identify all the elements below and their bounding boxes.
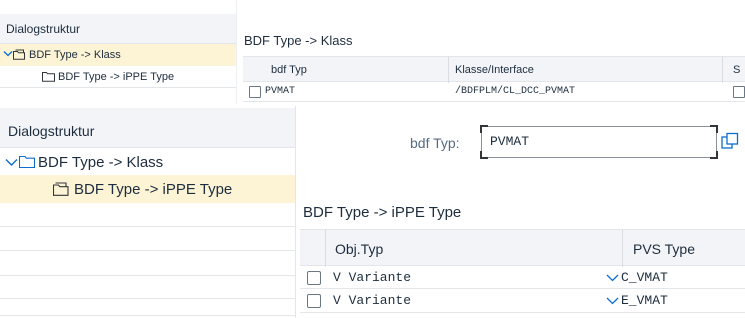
expand-chevron-down-icon[interactable]	[5, 158, 18, 167]
table-row[interactable]: V Variante E_VMAT	[300, 289, 745, 313]
cell-bdf-typ: PVMAT	[265, 86, 296, 97]
folder-icon	[42, 71, 55, 82]
top-tree-item-label: BDF Type -> iPPE Type	[58, 71, 175, 83]
table-row[interactable]: PVMAT /BDFPLM/CL_DCC_PVMAT	[243, 82, 745, 102]
bottom-detail-panel: bdf Typ: PVMAT BDF Type -> iPPE Type Obj…	[297, 106, 745, 318]
tree-empty-row	[0, 227, 295, 251]
table-row[interactable]: V Variante C_VMAT	[300, 266, 745, 289]
cell-s-checkbox[interactable]	[733, 86, 745, 98]
cell-obj-typ[interactable]: V Variante	[333, 270, 411, 285]
row-select-checkbox[interactable]	[249, 86, 261, 98]
column-header-s[interactable]: S	[733, 64, 740, 76]
value-help-icon[interactable]	[721, 132, 739, 150]
cell-pvs-type[interactable]: E_VMAT	[621, 293, 668, 308]
column-divider	[622, 230, 623, 267]
cell-klasse-interface: /BDFPLM/CL_DCC_PVMAT	[455, 86, 576, 97]
top-dialog-structure-header: Dialogstruktur	[0, 14, 236, 44]
top-tree-item-bdf-klass[interactable]: BDF Type -> Klass	[0, 44, 236, 66]
folder-icon	[19, 155, 35, 168]
bottom-tree-item-label: BDF Type -> iPPE Type	[74, 181, 233, 198]
focus-corner	[480, 151, 488, 159]
focus-corner	[710, 125, 718, 133]
focus-corner	[480, 125, 488, 133]
column-header-obj-typ[interactable]: Obj.Typ	[335, 241, 383, 257]
bottom-table-title: BDF Type -> iPPE Type	[303, 204, 462, 221]
bottom-dialog-structure-panel: Dialogstruktur BDF Type -> Klass BDF Typ…	[0, 106, 296, 318]
dropdown-chevron-icon[interactable]	[606, 274, 619, 282]
cell-obj-typ[interactable]: V Variante	[333, 293, 411, 308]
column-header-klasse-interface[interactable]: Klasse/Interface	[455, 64, 534, 76]
top-table-panel: BDF Type -> Klass bdf Typ Klasse/Interfa…	[237, 0, 745, 104]
top-tree-item-label: BDF Type -> Klass	[29, 49, 121, 61]
cell-pvs-type[interactable]: C_VMAT	[621, 270, 668, 285]
bottom-dialog-structure-header: Dialogstruktur	[0, 108, 295, 148]
column-divider	[325, 230, 326, 267]
column-divider	[448, 57, 449, 83]
tree-empty-row	[0, 299, 295, 316]
bottom-table-header-row: Obj.Typ PVS Type	[300, 229, 745, 267]
bdf-typ-field-value: PVMAT	[490, 134, 530, 149]
top-dialog-structure-panel: Dialogstruktur BDF Type -> Klass BDF Typ…	[0, 0, 237, 104]
bottom-tree-item-label: BDF Type -> Klass	[38, 154, 164, 171]
row-select-checkbox[interactable]	[307, 271, 321, 285]
folder-open-icon	[53, 182, 69, 196]
tree-empty-row	[0, 276, 295, 299]
row-select-checkbox[interactable]	[307, 294, 321, 308]
column-divider	[722, 57, 723, 83]
tree-empty-row	[0, 251, 295, 276]
folder-open-icon	[13, 49, 26, 60]
bottom-tree-item-bdf-klass[interactable]: BDF Type -> Klass	[0, 148, 295, 175]
top-table-title: BDF Type -> Klass	[244, 33, 353, 48]
expand-chevron-down-icon[interactable]	[3, 50, 13, 58]
focus-corner	[710, 151, 718, 159]
column-header-pvs-type[interactable]: PVS Type	[633, 241, 695, 257]
column-header-bdf-typ[interactable]: bdf Typ	[271, 64, 307, 76]
top-table-header-row: bdf Typ Klasse/Interface S	[243, 56, 745, 83]
bdf-typ-field[interactable]: PVMAT	[480, 125, 718, 159]
bottom-dialog-structure-title: Dialogstruktur	[8, 123, 95, 139]
tree-empty-row	[0, 203, 295, 227]
top-dialog-structure-title: Dialogstruktur	[6, 22, 81, 36]
bdf-typ-field-label: bdf Typ:	[410, 135, 460, 151]
bottom-tree-item-bdf-ippe[interactable]: BDF Type -> iPPE Type	[0, 175, 295, 203]
top-tree-item-bdf-ippe[interactable]: BDF Type -> iPPE Type	[0, 66, 236, 88]
dropdown-chevron-icon[interactable]	[606, 297, 619, 305]
